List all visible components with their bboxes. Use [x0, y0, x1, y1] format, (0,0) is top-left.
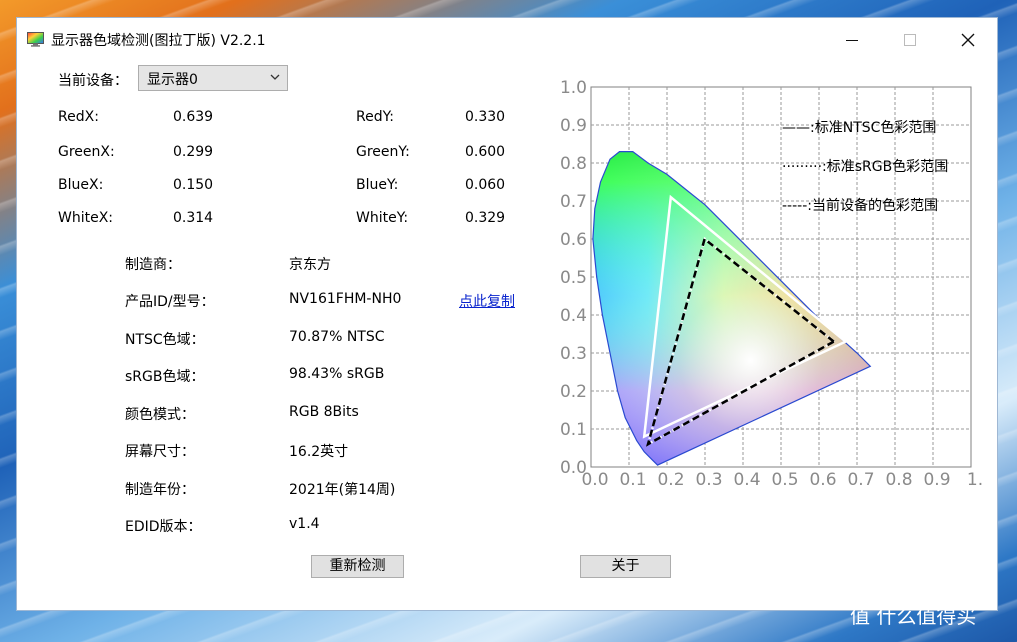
minimize-icon [846, 40, 858, 41]
manufacture-year-value: 2021年(第14周) [289, 482, 396, 498]
green-x-label: GreenX: [58, 144, 115, 160]
legend-entry-dashed: -----:当前设备的色彩范围 [782, 197, 938, 214]
ntsc-gamut-label: NTSC色域： [125, 332, 205, 348]
blue-y-value: 0.060 [465, 177, 506, 193]
x-tick-label: 0.3 [695, 470, 722, 490]
product-id-value: NV161FHM-NH0 [289, 291, 402, 307]
screen-size-value: 16.2英寸 [289, 444, 349, 460]
manufacturer-label: 制造商： [125, 257, 181, 273]
red-x-label: RedX: [58, 109, 99, 125]
screen-size-label: 屏幕尺寸： [125, 444, 195, 460]
y-tick-label: 0.3 [560, 344, 587, 364]
y-tick-label: 0.6 [560, 230, 587, 250]
maximize-icon [904, 34, 916, 46]
srgb-gamut-value: 98.43% sRGB [289, 366, 385, 382]
copy-link[interactable]: 点此复制 [459, 291, 515, 311]
white-y-label: WhiteY: [356, 210, 409, 226]
white-y-value: 0.329 [465, 210, 506, 226]
maximize-button[interactable] [881, 18, 939, 62]
y-tick-label: 0.4 [560, 306, 587, 326]
white-x-label: WhiteX: [58, 210, 114, 226]
about-button[interactable]: 关于 [580, 555, 671, 578]
green-y-label: GreenY: [356, 144, 410, 160]
legend-entry-solid: ——:标准NTSC色彩范围 [782, 119, 936, 136]
red-y-value: 0.330 [465, 109, 506, 125]
app-window: 显示器色域检测(图拉丁版) V2.2.1 当前设备： 显示器0 RedX: 0.… [16, 17, 998, 611]
blue-x-value: 0.150 [173, 177, 214, 193]
chevron-down-icon [270, 74, 280, 80]
y-tick-label: 0.0 [560, 458, 587, 478]
srgb-gamut-label: sRGB色域： [125, 369, 205, 385]
cie-chromaticity-chart: 0.0 0.1 0.2 0.3 0.4 0.5 0.6 0.7 0.8 0.9 1.0.00.10.… [560, 78, 983, 490]
edid-version-label: EDID版本： [125, 519, 202, 535]
minimize-button[interactable] [823, 18, 881, 62]
close-button[interactable] [939, 18, 997, 62]
color-mode-label: 颜色模式： [125, 407, 195, 423]
white-x-value: 0.314 [173, 210, 214, 226]
close-icon [961, 33, 975, 47]
redetect-button[interactable]: 重新检测 [311, 555, 404, 578]
y-tick-label: 0.1 [560, 420, 587, 440]
color-mode-value: RGB 8Bits [289, 404, 359, 420]
x-tick-label: 1. [967, 470, 983, 490]
red-x-value: 0.639 [173, 109, 214, 125]
x-tick-label: 0.9 [923, 470, 950, 490]
legend-entry-dotted: ·········:标准sRGB色彩范围 [782, 158, 948, 175]
y-tick-label: 0.7 [560, 192, 587, 212]
y-tick-label: 0.5 [560, 268, 587, 288]
y-tick-label: 0.9 [560, 116, 587, 136]
edid-version-value: v1.4 [289, 516, 320, 532]
red-y-label: RedY: [356, 109, 395, 125]
app-icon [27, 32, 44, 47]
green-x-value: 0.299 [173, 144, 214, 160]
manufacturer-value: 京东方 [289, 257, 331, 273]
manufacture-year-label: 制造年份： [125, 482, 195, 498]
blue-x-label: BlueX: [58, 177, 104, 193]
ntsc-gamut-value: 70.87% NTSC [289, 329, 385, 345]
device-select-value: 显示器0 [147, 72, 198, 88]
chart-legend: ——:标准NTSC色彩范围 ·········:标准sRGB色彩范围 -----:当… [782, 119, 948, 214]
y-tick-label: 1.0 [560, 78, 587, 98]
product-id-label: 产品ID/型号： [125, 294, 215, 310]
x-tick-label: 0.1 [619, 470, 646, 490]
y-tick-label: 0.8 [560, 154, 587, 174]
blue-y-label: BlueY: [356, 177, 399, 193]
x-tick-label: 0.2 [657, 470, 684, 490]
title-bar[interactable]: 显示器色域检测(图拉丁版) V2.2.1 [17, 18, 997, 62]
x-tick-label: 0.8 [885, 470, 912, 490]
device-label: 当前设备： [58, 73, 128, 89]
x-tick-label: 0.7 [847, 470, 874, 490]
x-tick-label: 0.6 [809, 470, 836, 490]
watermark: 值 什么值得买 [850, 604, 977, 628]
device-select[interactable]: 显示器0 [138, 65, 288, 91]
x-tick-label: 0.5 [771, 470, 798, 490]
window-title: 显示器色域检测(图拉丁版) V2.2.1 [51, 33, 266, 49]
x-tick-label: 0.4 [733, 470, 760, 490]
green-y-value: 0.600 [465, 144, 506, 160]
y-tick-label: 0.2 [560, 382, 587, 402]
